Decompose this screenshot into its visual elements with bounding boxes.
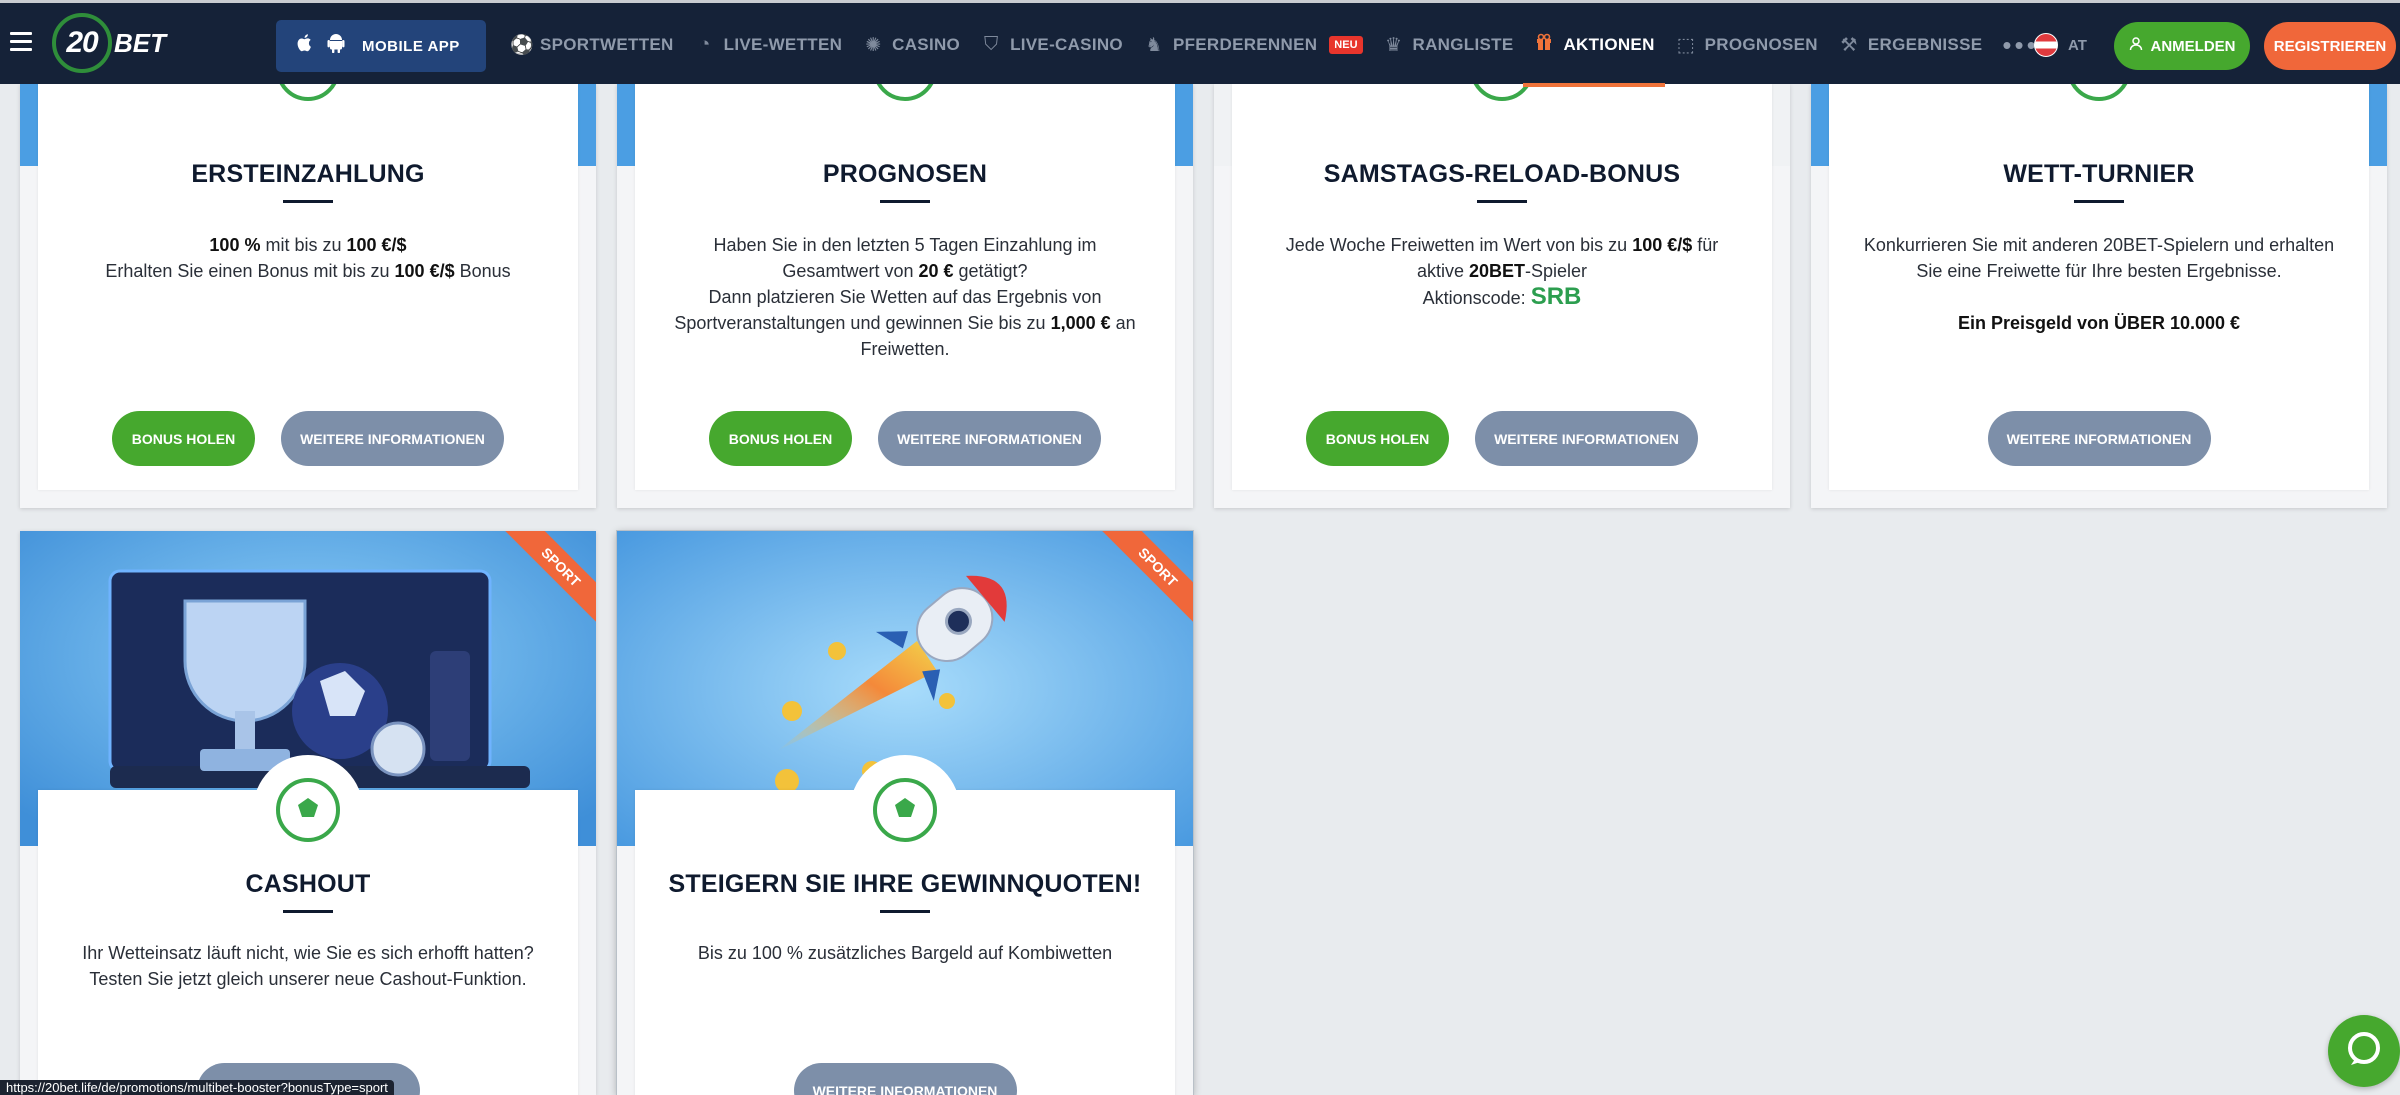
nav-label: LIVE-CASINO [1010,35,1123,54]
promo-card-ersteinzahlung: ERSTEINZAHLUNG 100 % mit bis zu 100 €/$ E… [20,84,596,508]
main-nav: ⚽ SPORTWETTEN ◔ LIVE-WETTEN ✺ CASINO ⛉ L… [500,3,2049,87]
nav-item-casino[interactable]: ✺ CASINO [852,3,970,87]
more-info-button[interactable]: WEITERE INFORMATIONEN [1987,411,2211,466]
card-description: Jede Woche Freiwetten im Wert von bis zu… [1285,235,1719,310]
promo-card-multibet-booster[interactable]: SPORT STEIGERN SIE IHRE GEWINNQUOTEN! Bi… [617,531,1193,1095]
soccer-ball-icon [2044,84,2154,124]
nav-item-live-wetten[interactable]: ◔ LIVE-WETTEN [684,3,853,87]
casino-chip-icon: ✺ [865,34,882,56]
card-actions: BONUS HOLEN WEITERE INFORMATIONEN [635,411,1175,466]
card-body: SAMSTAGS-RELOAD-BONUS Jede Woche Freiwet… [1232,84,1772,490]
live-chat-button[interactable] [2328,1015,2400,1087]
android-icon [326,33,346,59]
card-description: 100 % mit bis zu 100 €/$ Erhalten Sie ein… [105,235,511,281]
title-divider [880,200,930,203]
mobile-app-button[interactable]: MOBILE APP [276,20,486,72]
nav-label: LIVE-WETTEN [723,35,843,54]
card-description: Ihr Wetteinsatz läuft nicht, wie Sie es … [82,943,534,989]
logo-number: 20 [66,26,98,59]
language-code: AT [2068,36,2087,54]
bonus-button[interactable]: BONUS HOLEN [709,411,852,466]
title-divider [283,910,333,913]
chat-bubble-icon [2343,1028,2385,1075]
card-description: Bis zu 100 % zusätzliches Bargeld auf Ko… [697,943,1113,963]
promo-card-wett-turnier: WETT-TURNIER Konkurrieren Sie mit andere… [1811,84,2387,508]
link-status-bar: https://20bet.life/de/promotions/multibe… [0,1080,394,1095]
top-navigation-bar: 20 BET MOBILE APP ⚽ SPORTWETTEN ◔ LIVE-W… [0,0,2400,87]
card-actions: BONUS HOLEN WEITERE INFORMATIONEN [1232,411,1772,466]
nav-item-rangliste[interactable]: ♛ RANGLISTE [1373,3,1524,87]
soccer-ball-icon [850,84,960,124]
gift-icon [1533,33,1555,57]
login-button[interactable]: ANMELDEN [2114,22,2250,70]
login-label: ANMELDEN [2150,37,2236,55]
nav-label: CASINO [892,35,961,54]
soccer-ball-icon [1447,84,1557,124]
register-button[interactable]: REGISTRIEREN [2264,22,2396,70]
card-title: CASHOUT [245,870,371,898]
card-actions: BONUS HOLEN WEITERE INFORMATIONEN [38,411,578,466]
trophy-icon: ♛ [1385,34,1403,56]
nav-label: RANGLISTE [1412,35,1514,54]
nav-item-aktionen[interactable]: AKTIONEN [1523,3,1665,87]
card-description: Konkurrieren Sie mit anderen 20BET-Spiel… [1863,235,2335,333]
title-divider [283,200,333,203]
apple-icon [296,33,314,59]
card-body: PROGNOSEN Haben Sie in den letzten 5 Tag… [635,84,1175,490]
card-title: PROGNOSEN [822,160,988,188]
new-badge: NEU [1329,36,1363,54]
user-icon [2129,37,2143,55]
card-title: SAMSTAGS-RELOAD-BONUS [1323,160,1681,188]
card-actions: WEITERE INFORMATIONEN [635,1063,1175,1095]
live-icon: ◔ [698,34,711,55]
card-icon: ⛉ [983,34,999,55]
language-selector[interactable]: AT [2034,33,2087,57]
bonus-button[interactable]: BONUS HOLEN [112,411,255,466]
card-actions: WEITERE INFORMATIONEN [1829,411,2369,466]
soccer-ball-icon [253,84,363,124]
bonus-button[interactable]: BONUS HOLEN [1306,411,1449,466]
soccer-ball-icon: ⚽ [510,35,534,56]
horse-icon: ♞ [1145,34,1163,56]
title-divider [880,910,930,913]
nav-item-prognosen[interactable]: ⬚ PROGNOSEN [1665,3,1828,87]
more-info-button[interactable]: WEITERE INFORMATIONEN [1475,411,1698,466]
soccer-ball-icon [253,755,363,865]
logo-text: BET [114,27,166,58]
site-logo[interactable]: 20 BET [52,13,166,73]
card-title: STEIGERN SIE IHRE GEWINNQUOTEN! [668,870,1142,898]
more-info-button[interactable]: WEITERE INFORMATIONEN [878,411,1101,466]
card-description: Haben Sie in den letzten 5 Tagen Einzahl… [674,235,1136,359]
more-info-button[interactable]: WEITERE INFORMATIONEN [281,411,504,466]
nav-label: SPORTWETTEN [540,35,674,54]
nav-item-pferderennen[interactable]: ♞ PFERDERENNEN NEU [1133,3,1373,87]
card-body: WETT-TURNIER Konkurrieren Sie mit andere… [1829,84,2369,490]
nav-label: AKTIONEN [1563,35,1655,54]
promo-card-prognosen: PROGNOSEN Haben Sie in den letzten 5 Tag… [617,84,1193,508]
hamburger-menu-icon[interactable] [10,32,32,52]
more-info-button[interactable]: WEITERE INFORMATIONEN [793,1063,1017,1095]
mobile-app-label: MOBILE APP [362,37,460,55]
nav-item-ergebnisse[interactable]: ⚒ ERGEBNISSE [1828,3,1992,87]
nav-item-sportwetten[interactable]: ⚽ SPORTWETTEN [500,3,684,87]
austria-flag-icon [2034,33,2058,57]
card-title: ERSTEINZAHLUNG [191,160,425,188]
nav-label: ERGEBNISSE [1867,35,1983,54]
nav-item-live-casino[interactable]: ⛉ LIVE-CASINO [970,3,1133,87]
card-body: STEIGERN SIE IHRE GEWINNQUOTEN! Bis zu 1… [635,755,1175,1095]
nav-label: PFERDERENNEN [1172,35,1318,54]
nav-label: PROGNOSEN [1704,35,1818,54]
logo-badge: 20 [52,13,112,73]
card-body: CASHOUT Ihr Wetteinsatz läuft nicht, wie… [38,755,578,1095]
promo-card-samstags-reload: SAMSTAGS-RELOAD-BONUS Jede Woche Freiwet… [1214,84,1790,508]
card-title: WETT-TURNIER [2003,160,2195,188]
title-divider [2074,200,2124,203]
promo-card-cashout: SPORT CASHOUT Ihr Wetteinsatz läuft nich… [20,531,596,1095]
card-body: ERSTEINZAHLUNG 100 % mit bis zu 100 €/$ E… [38,84,578,490]
soccer-ball-icon [850,755,960,865]
cursor-icon: ⬚ [1676,34,1695,56]
title-divider [1477,200,1527,203]
tools-icon: ⚒ [1840,34,1858,56]
